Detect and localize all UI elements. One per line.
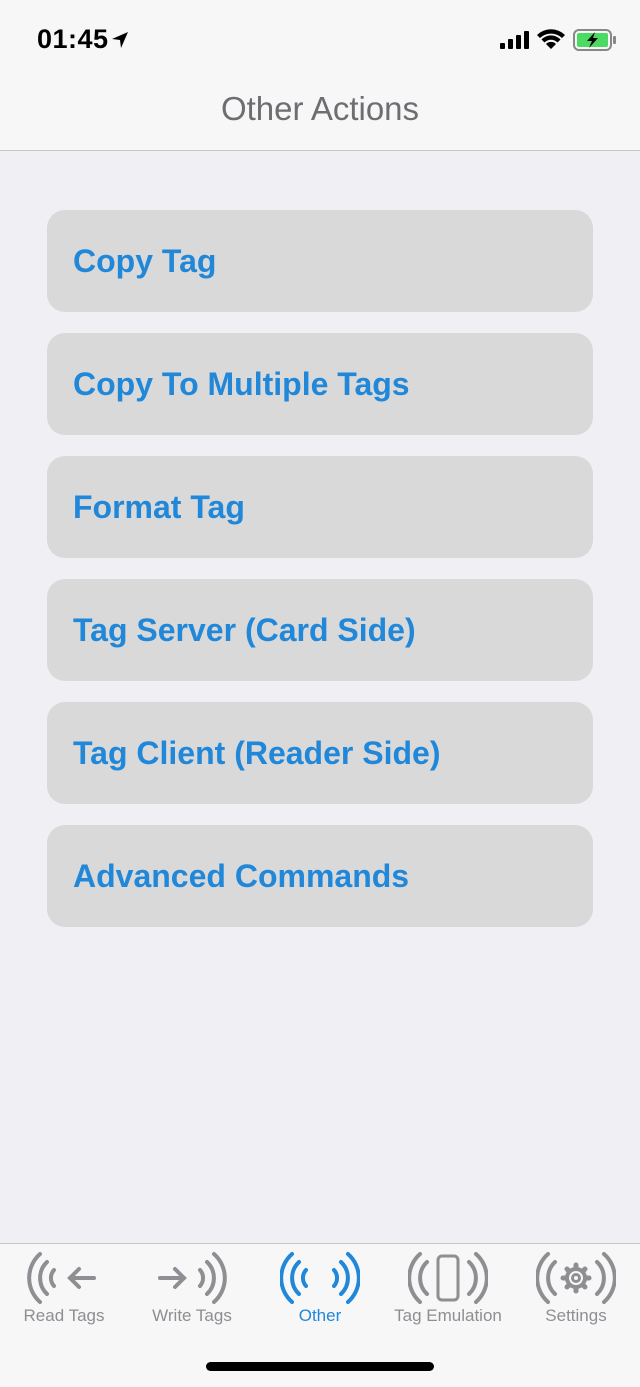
other-icon <box>280 1252 360 1304</box>
battery-charging-icon <box>573 29 616 51</box>
tab-label: Other <box>298 1306 342 1325</box>
tag-emulation-icon <box>408 1252 488 1304</box>
settings-icon <box>536 1252 616 1304</box>
tab-label: Tag Emulation <box>394 1306 502 1325</box>
navigation-bar: Other Actions <box>0 80 640 151</box>
tab-tag-emulation[interactable]: Tag Emulation <box>384 1244 512 1344</box>
tab-label: Write Tags <box>152 1306 232 1325</box>
tab-settings[interactable]: Settings <box>512 1244 640 1344</box>
format-tag-button[interactable]: Format Tag <box>47 456 593 558</box>
tab-other[interactable]: Other <box>256 1244 384 1344</box>
cellular-signal-icon <box>500 31 529 49</box>
home-indicator[interactable] <box>206 1362 434 1371</box>
location-arrow-icon <box>112 32 128 48</box>
tag-server-button[interactable]: Tag Server (Card Side) <box>47 579 593 681</box>
action-list: Copy Tag Copy To Multiple Tags Format Ta… <box>47 210 593 948</box>
tab-write-tags[interactable]: Write Tags <box>128 1244 256 1344</box>
advanced-commands-button[interactable]: Advanced Commands <box>47 825 593 927</box>
tab-label: Settings <box>545 1306 607 1325</box>
status-bar: 01:45 <box>0 0 640 80</box>
read-tags-icon <box>27 1252 96 1304</box>
tab-read-tags[interactable]: Read Tags <box>0 1244 128 1344</box>
copy-tag-button[interactable]: Copy Tag <box>47 210 593 312</box>
wifi-icon <box>537 29 565 49</box>
copy-to-multiple-tags-button[interactable]: Copy To Multiple Tags <box>47 333 593 435</box>
write-tags-icon <box>158 1252 227 1304</box>
tag-client-button[interactable]: Tag Client (Reader Side) <box>47 702 593 804</box>
status-time: 01:45 <box>37 24 109 54</box>
page-title: Other Actions <box>220 90 420 127</box>
